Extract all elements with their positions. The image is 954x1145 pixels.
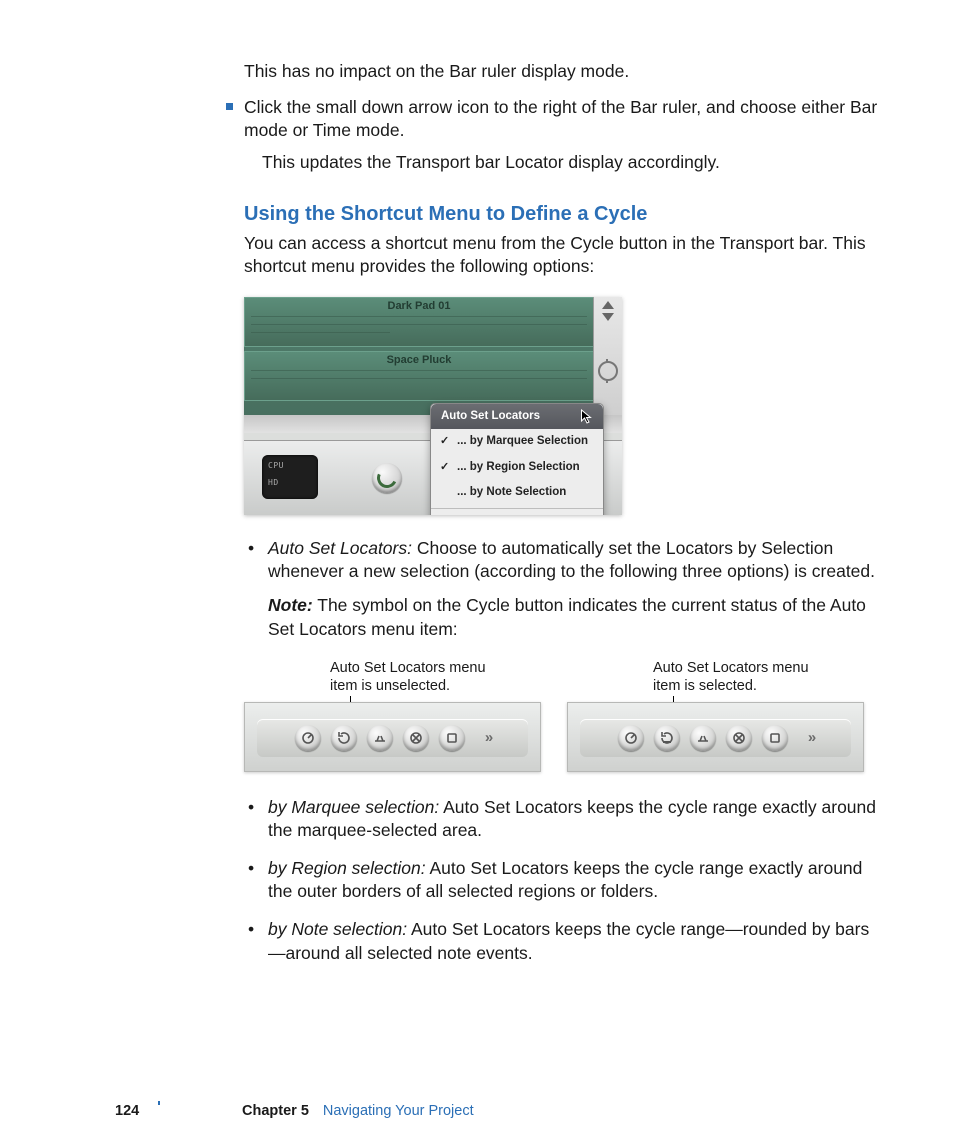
- meter-label: HD: [262, 472, 318, 489]
- caption-text: Auto Set Locators menu item is selected.: [653, 660, 809, 694]
- chevron-double-right-icon: »: [477, 727, 501, 751]
- replace-icon: [403, 725, 429, 751]
- list-item: by Marquee selection: Auto Set Locators …: [244, 796, 884, 843]
- cpu-hd-meter: CPU HD: [262, 455, 318, 499]
- replace-icon: [726, 725, 752, 751]
- term: by Note selection:: [268, 919, 407, 939]
- figure-caption: Auto Set Locators menu item is selected.: [653, 659, 833, 695]
- menu-separator: [431, 508, 603, 509]
- list-item: by Region selection: Auto Set Locators k…: [244, 857, 884, 904]
- note-paragraph: Note: The symbol on the Cycle button ind…: [268, 594, 884, 641]
- track-region: Space Pluck: [244, 351, 594, 401]
- solo-icon: [439, 725, 465, 751]
- chevron-double-right-icon: »: [800, 727, 824, 751]
- figure-shortcut-menu: Dark Pad 01 Space Pluck CPU HD: [244, 297, 622, 515]
- context-menu: Auto Set Locators ... by Marquee Selecti…: [430, 403, 604, 515]
- meter-label: CPU: [262, 455, 318, 472]
- step-text: Click the small down arrow icon to the r…: [244, 97, 877, 141]
- list-step: Click the small down arrow icon to the r…: [244, 96, 884, 143]
- tempo-dial-icon: [618, 725, 644, 751]
- autopunch-icon: [690, 725, 716, 751]
- cycle-button-on-icon: [654, 725, 680, 751]
- note-text: The symbol on the Cycle button indicates…: [268, 595, 866, 639]
- transport-strip-selected: »: [567, 702, 864, 772]
- track-region: Dark Pad 01: [244, 297, 594, 347]
- tracks-area: Dark Pad 01 Space Pluck: [244, 297, 594, 416]
- solo-icon: [762, 725, 788, 751]
- cursor-icon: [580, 409, 593, 431]
- scroll-sidebar: [593, 297, 622, 415]
- paragraph: You can access a shortcut menu from the …: [244, 232, 884, 279]
- footer-chapter: Chapter 5 Navigating Your Project: [242, 1103, 474, 1119]
- footer-rule: [158, 1101, 160, 1105]
- link-icon: [598, 361, 618, 381]
- tempo-dial-icon: [295, 725, 321, 751]
- list-item: by Note selection: Auto Set Locators kee…: [244, 918, 884, 965]
- page-number: 124: [115, 1103, 139, 1119]
- figure-cycle-buttons: Auto Set Locators menu item is unselecte…: [244, 659, 884, 771]
- cycle-button-off-icon: [331, 725, 357, 751]
- caption-text: Auto Set Locators menu item is unselecte…: [330, 660, 486, 694]
- section-heading: Using the Shortcut Menu to Define a Cycl…: [244, 201, 884, 228]
- list-item: Auto Set Locators: Choose to automatical…: [244, 537, 884, 642]
- menu-item-region: ... by Region Selection: [431, 455, 603, 481]
- chapter-title: Navigating Your Project: [323, 1103, 474, 1119]
- tempo-dial-icon: [372, 463, 402, 493]
- track-label: Dark Pad 01: [245, 298, 593, 314]
- term: by Region selection:: [268, 858, 426, 878]
- menu-header: Auto Set Locators: [431, 404, 603, 430]
- autopunch-icon: [367, 725, 393, 751]
- triangle-up-icon: [602, 301, 614, 309]
- menu-item-customize: Customize Transport Bar...: [431, 511, 603, 515]
- track-label: Space Pluck: [245, 352, 593, 368]
- chapter-label: Chapter 5: [242, 1103, 309, 1119]
- triangle-down-icon: [602, 313, 614, 321]
- transport-strip-unselected: »: [244, 702, 541, 772]
- menu-item-note: ... by Note Selection: [431, 480, 603, 506]
- term: Auto Set Locators:: [268, 538, 412, 558]
- term: by Marquee selection:: [268, 797, 439, 817]
- menu-header-label: Auto Set Locators: [441, 410, 540, 422]
- figure-caption: Auto Set Locators menu item is unselecte…: [330, 659, 510, 695]
- menu-item-marquee: ... by Marquee Selection: [431, 429, 603, 455]
- paragraph: This has no impact on the Bar ruler disp…: [244, 60, 884, 84]
- note-label: Note:: [268, 595, 313, 615]
- paragraph: This updates the Transport bar Locator d…: [244, 151, 884, 175]
